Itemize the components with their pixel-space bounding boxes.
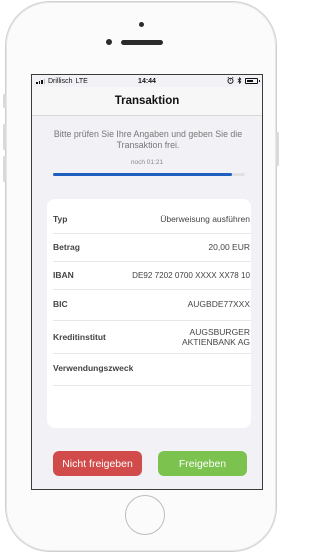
transaction-details-card: Typ Überweisung ausführen Betrag 20,00 E… [47,199,251,428]
reject-button[interactable]: Nicht freigeben [53,451,142,476]
signal-icon [36,78,45,84]
countdown-progress-bar [53,173,245,176]
detail-value: AUGBDE77XXX [187,299,250,309]
power-button [276,132,279,166]
volume-up-button [3,124,6,150]
detail-value: DE92 7202 0700 XXXX XX78 10 [132,270,250,280]
detail-row-verwendungszweck: Verwendungszweck [53,357,251,379]
battery-icon [245,78,260,84]
divider [53,320,251,321]
detail-label: IBAN [53,270,74,280]
detail-row-typ: Typ Überweisung ausführen [53,209,251,229]
instruction-text: Bitte prüfen Sie Ihre Angaben und geben … [53,129,243,150]
divider [53,353,251,354]
network-type: LTE [75,77,88,85]
detail-row-iban: IBAN DE92 7202 0700 XXXX XX78 10 [53,265,251,285]
detail-label: BIC [53,299,68,309]
detail-label: Kreditinstitut [53,332,106,342]
divider [53,289,251,290]
detail-value-line: AUGSBURGER [189,327,250,337]
detail-row-kreditinstitut: Kreditinstitut AUGSBURGER AKTIENBANK AG [53,325,251,349]
detail-row-bic: BIC AUGBDE77XXX [53,294,251,314]
detail-row-betrag: Betrag 20,00 EUR [53,237,251,257]
countdown-timer: noch 01:21 [130,159,164,166]
earpiece-speaker [121,40,163,45]
screen: Drillisch LTE 14:44 Transaktion Bitte pr… [31,74,263,490]
carrier-name: Drillisch [48,77,73,85]
detail-value: AUGSBURGER AKTIENBANK AG [182,327,250,347]
accept-button[interactable]: Freigeben [158,451,247,476]
bluetooth-icon [237,76,242,86]
divider [53,385,251,386]
proximity-sensor [139,22,144,27]
detail-value: 20,00 EUR [208,242,250,252]
status-time: 14:44 [138,77,156,85]
alarm-icon [227,76,234,86]
detail-label: Verwendungszweck [53,363,134,373]
mute-switch [3,94,6,108]
page-title: Transaktion [32,87,262,116]
home-button[interactable] [125,495,165,535]
volume-down-button [3,156,6,182]
divider [53,233,251,234]
detail-value: Überweisung ausführen [160,214,250,224]
detail-value-line: AKTIENBANK AG [181,337,250,347]
detail-label: Typ [53,214,68,224]
detail-label: Betrag [53,242,80,252]
progress-fill [53,173,232,176]
front-camera [106,39,112,45]
divider [53,261,251,262]
status-bar: Drillisch LTE 14:44 [32,75,262,87]
